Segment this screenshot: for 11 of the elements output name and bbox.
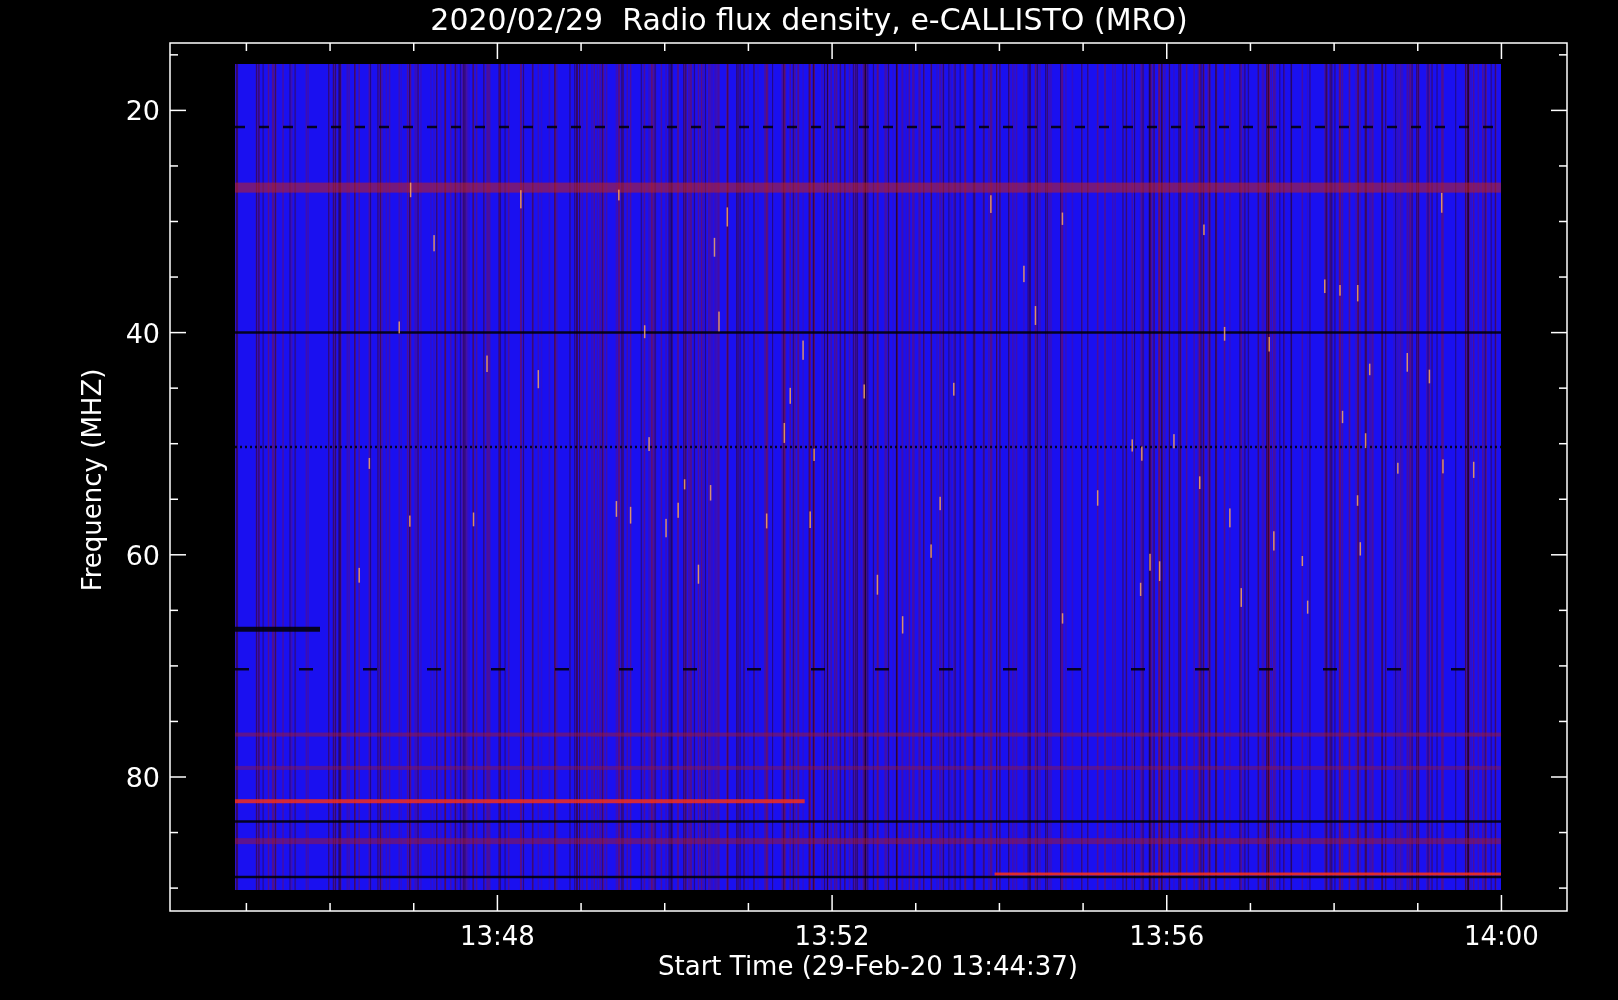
y-tick-label: 20: [125, 95, 160, 127]
y-tick-label: 40: [125, 317, 160, 349]
y-tick-label: 80: [125, 762, 160, 793]
chart-title: 2020/02/29 Radio flux density, e-CALLISTO (MRO): [430, 2, 1188, 37]
x-tick-label: 13:48: [459, 921, 535, 951]
x-axis-label: Start Time (29-Feb-20 13:44:37): [658, 951, 1078, 981]
y-axis-label: Frequency (MHZ): [77, 368, 107, 592]
x-tick-label: 13:52: [794, 921, 870, 951]
x-tick-label: 13:56: [1129, 921, 1205, 951]
y-tick-label: 60: [125, 539, 160, 571]
x-tick-label: 14:00: [1463, 921, 1539, 951]
